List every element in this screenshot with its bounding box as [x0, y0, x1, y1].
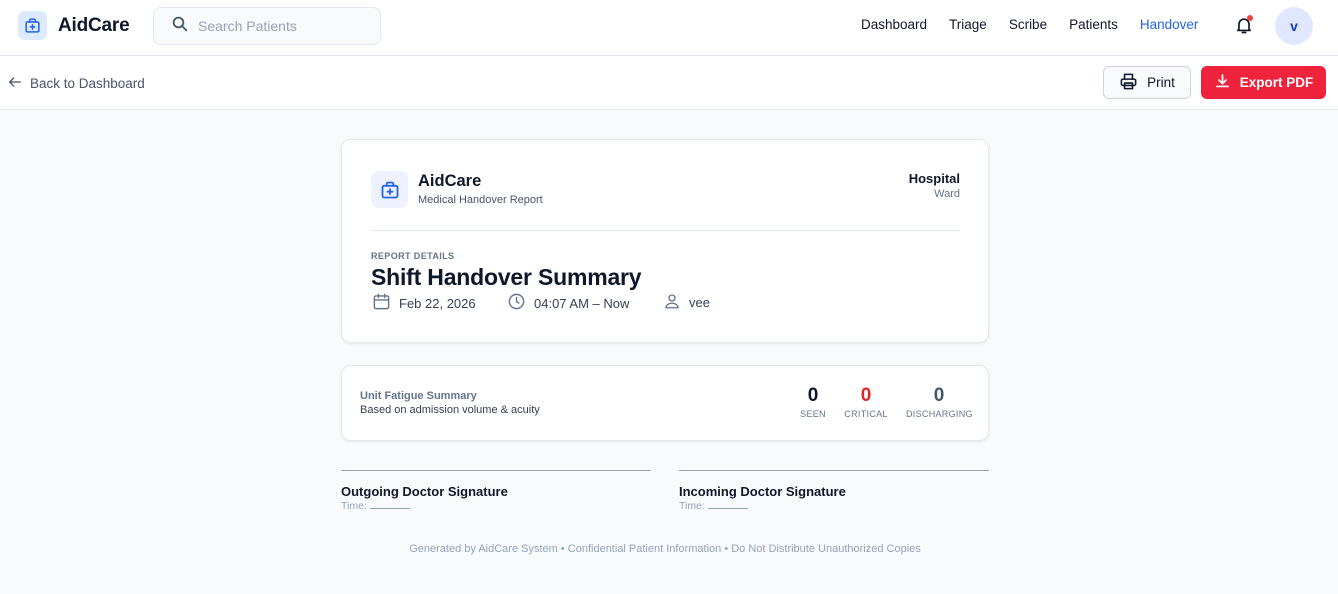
user-icon	[663, 292, 681, 313]
export-pdf-button[interactable]: Export PDF	[1201, 66, 1326, 99]
medical-kit-icon	[18, 11, 47, 40]
time-blank-line	[369, 508, 410, 509]
date-text: Feb 22, 2026	[399, 295, 476, 311]
report-subtitle: Medical Handover Report	[418, 194, 543, 206]
download-icon	[1214, 73, 1231, 93]
nav-patients[interactable]: Patients	[1069, 17, 1118, 32]
outgoing-signature-time: Time:	[341, 500, 651, 512]
time-label: Time:	[679, 500, 705, 512]
avatar[interactable]: v	[1275, 7, 1313, 45]
stat-seen-label: SEEN	[800, 409, 826, 419]
report-author: vee	[663, 292, 710, 313]
stat-discharging: 0 DISCHARGING	[906, 385, 973, 419]
notifications-button[interactable]	[1234, 15, 1254, 37]
hospital-name: Hospital	[908, 171, 960, 186]
time-blank-line	[707, 508, 748, 509]
search-box[interactable]	[153, 7, 381, 45]
notification-dot	[1247, 15, 1253, 21]
incoming-signature-title: Incoming Doctor Signature	[679, 484, 846, 499]
bell-icon	[1234, 18, 1254, 39]
action-bar: Back to Dashboard Print Export PDF	[0, 56, 1338, 110]
nav-dashboard[interactable]: Dashboard	[861, 17, 927, 32]
report-header-card: AidCare Medical Handover Report Hospital…	[341, 139, 989, 343]
medical-kit-icon	[371, 171, 408, 208]
arrow-left-icon	[7, 74, 23, 93]
report-time: 04:07 AM – Now	[507, 292, 629, 314]
outgoing-signature: Outgoing Doctor Signature Time:	[341, 470, 651, 512]
fatigue-subtitle: Based on admission volume & acuity	[360, 404, 540, 416]
printer-icon	[1119, 72, 1138, 94]
nav-scribe[interactable]: Scribe	[1009, 17, 1047, 32]
outgoing-signature-title: Outgoing Doctor Signature	[341, 484, 508, 499]
report-brand: AidCare	[418, 172, 482, 190]
main-nav: Dashboard Triage Scribe Patients Handove…	[861, 17, 1220, 32]
hospital-info: Hospital Ward	[909, 171, 960, 200]
app-name: AidCare	[58, 14, 130, 36]
stat-critical: 0 CRITICAL	[844, 385, 888, 419]
app-logo[interactable]: AidCare	[18, 11, 130, 40]
stat-discharging-value: 0	[933, 385, 945, 406]
clock-icon	[507, 292, 526, 314]
page-title: Shift Handover Summary	[371, 264, 642, 290]
report-details-label: REPORT DETAILS	[371, 251, 455, 261]
divider	[371, 230, 960, 231]
export-label: Export PDF	[1239, 75, 1314, 90]
fatigue-title: Unit Fatigue Summary	[360, 390, 477, 402]
incoming-signature: Incoming Doctor Signature Time:	[679, 470, 989, 512]
time-text: 04:07 AM – Now	[534, 295, 630, 311]
stat-seen-value: 0	[807, 385, 819, 406]
search-input[interactable]	[198, 18, 368, 34]
incoming-signature-time: Time:	[679, 500, 989, 512]
ward-name: Ward	[934, 188, 960, 200]
search-icon	[171, 15, 189, 38]
print-button[interactable]: Print	[1103, 66, 1191, 99]
calendar-icon	[372, 292, 391, 314]
top-navbar: AidCare Dashboard Triage Scribe Patients…	[0, 0, 1338, 56]
author-text: vee	[689, 295, 710, 310]
back-to-dashboard-link[interactable]: Back to Dashboard	[7, 74, 145, 93]
time-label: Time:	[341, 500, 367, 512]
stat-discharging-label: DISCHARGING	[906, 409, 973, 419]
fatigue-summary-card: Unit Fatigue Summary Based on admission …	[341, 365, 989, 441]
report-date: Feb 22, 2026	[372, 292, 476, 314]
nav-handover[interactable]: Handover	[1140, 17, 1199, 32]
print-label: Print	[1147, 75, 1175, 90]
report-footer: Generated by AidCare System • Confidenti…	[409, 543, 921, 555]
stat-seen: 0 SEEN	[798, 385, 828, 419]
stat-critical-value: 0	[860, 385, 872, 406]
nav-triage[interactable]: Triage	[949, 17, 987, 32]
back-label: Back to Dashboard	[30, 76, 145, 91]
stat-critical-label: CRITICAL	[844, 409, 888, 419]
